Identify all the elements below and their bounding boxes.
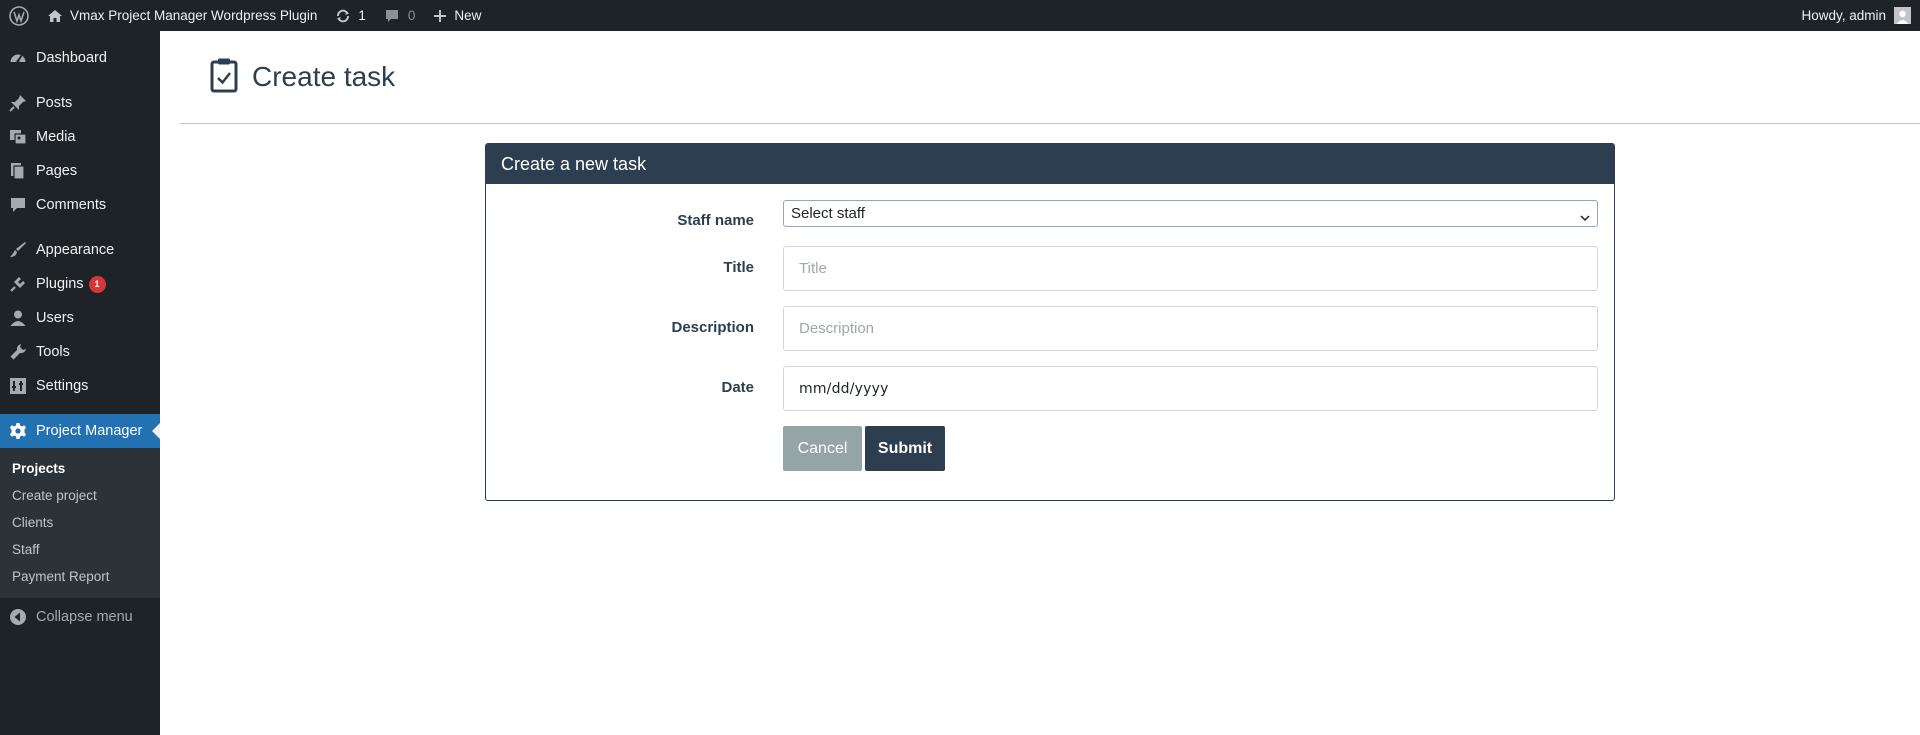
updates-link[interactable]: 1 [326, 0, 375, 31]
refresh-icon [335, 8, 351, 24]
gear-icon [8, 421, 28, 441]
sidebar-item-pages[interactable]: Pages [0, 154, 160, 188]
admin-bar: Vmax Project Manager Wordpress Plugin 1 … [0, 0, 1920, 31]
submenu-item-staff[interactable]: Staff [0, 536, 160, 563]
collapse-menu-button[interactable]: Collapse menu [0, 600, 160, 634]
comments-count: 0 [407, 8, 416, 23]
pin-icon [8, 93, 28, 113]
date-input[interactable]: mm/dd/yyyy [783, 366, 1598, 411]
submit-button[interactable]: Submit [865, 426, 945, 471]
title-input[interactable]: Title [783, 246, 1598, 291]
sidebar-item-label: Settings [36, 378, 89, 394]
collapse-icon [8, 607, 28, 627]
admin-sidebar: Dashboard Posts Media Pages Comments App… [0, 31, 160, 735]
staff-name-label: Staff name [677, 212, 754, 229]
user-icon [8, 308, 28, 328]
sidebar-item-dashboard[interactable]: Dashboard [0, 41, 160, 75]
submenu-item-create-project[interactable]: Create project [0, 482, 160, 509]
project-manager-submenu: Projects Create project Clients Staff Pa… [0, 448, 160, 598]
new-label: New [454, 8, 482, 23]
chevron-down-icon [1580, 209, 1590, 226]
sidebar-item-label: Comments [36, 197, 107, 213]
sidebar-item-project-manager[interactable]: Project Manager [0, 414, 160, 448]
description-input[interactable]: Description [783, 306, 1598, 351]
plugin-icon [8, 274, 28, 294]
clipboard-check-icon [210, 57, 238, 98]
account-menu[interactable]: Howdy, admin [1801, 7, 1920, 24]
submenu-item-clients[interactable]: Clients [0, 509, 160, 536]
media-icon [8, 127, 28, 147]
settings-icon [8, 376, 28, 396]
dashboard-icon [8, 48, 28, 68]
sidebar-item-label: Tools [36, 344, 70, 360]
pages-icon [8, 161, 28, 181]
sidebar-item-label: Plugins [36, 276, 84, 292]
card-header: Create a new task [486, 144, 1614, 184]
staff-select-value: Select staff [791, 205, 865, 222]
comments-icon [8, 195, 28, 215]
wrench-icon [8, 342, 28, 362]
submenu-item-payment-report[interactable]: Payment Report [0, 563, 160, 590]
sidebar-item-label: Users [36, 310, 74, 326]
sidebar-item-label: Appearance [36, 242, 115, 258]
site-name: Vmax Project Manager Wordpress Plugin [70, 8, 318, 23]
sidebar-item-appearance[interactable]: Appearance [0, 233, 160, 267]
home-icon [47, 8, 63, 24]
plus-icon [433, 9, 447, 23]
avatar [1894, 7, 1911, 24]
sidebar-item-posts[interactable]: Posts [0, 86, 160, 120]
page-title: Create task [252, 61, 396, 92]
sidebar-item-tools[interactable]: Tools [0, 335, 160, 369]
sidebar-item-label: Media [36, 129, 76, 145]
description-placeholder: Description [799, 320, 875, 337]
wordpress-logo-icon[interactable] [0, 0, 38, 31]
sidebar-item-label: Posts [36, 95, 73, 111]
plugins-update-badge: 1 [88, 275, 106, 293]
howdy-text: Howdy, admin [1801, 8, 1886, 23]
site-name-link[interactable]: Vmax Project Manager Wordpress Plugin [38, 0, 326, 31]
updates-count: 1 [358, 8, 366, 23]
sidebar-item-plugins[interactable]: Plugins 1 [0, 267, 160, 301]
comment-icon [384, 8, 400, 24]
comments-link[interactable]: 0 [375, 0, 425, 31]
brush-icon [8, 240, 28, 260]
submenu-item-projects[interactable]: Projects [0, 455, 160, 482]
page-header: Create task [180, 31, 1920, 124]
new-content-link[interactable]: New [424, 0, 490, 31]
staff-select[interactable]: Select staff [783, 200, 1598, 227]
date-label: Date [721, 379, 754, 396]
sidebar-item-label: Pages [36, 163, 78, 179]
sidebar-item-comments[interactable]: Comments [0, 188, 160, 222]
cancel-button[interactable]: Cancel [783, 426, 862, 471]
sidebar-item-settings[interactable]: Settings [0, 369, 160, 403]
sidebar-item-media[interactable]: Media [0, 120, 160, 154]
date-placeholder: mm/dd/yyyy [799, 380, 889, 397]
title-label: Title [723, 259, 754, 276]
description-label: Description [671, 319, 754, 336]
title-placeholder: Title [799, 260, 827, 277]
sidebar-item-users[interactable]: Users [0, 301, 160, 335]
sidebar-item-label: Project Manager [36, 423, 143, 439]
sidebar-item-label: Dashboard [36, 50, 107, 66]
create-task-card: Create a new task Staff name Select staf… [485, 143, 1615, 501]
collapse-menu-label: Collapse menu [36, 609, 133, 625]
